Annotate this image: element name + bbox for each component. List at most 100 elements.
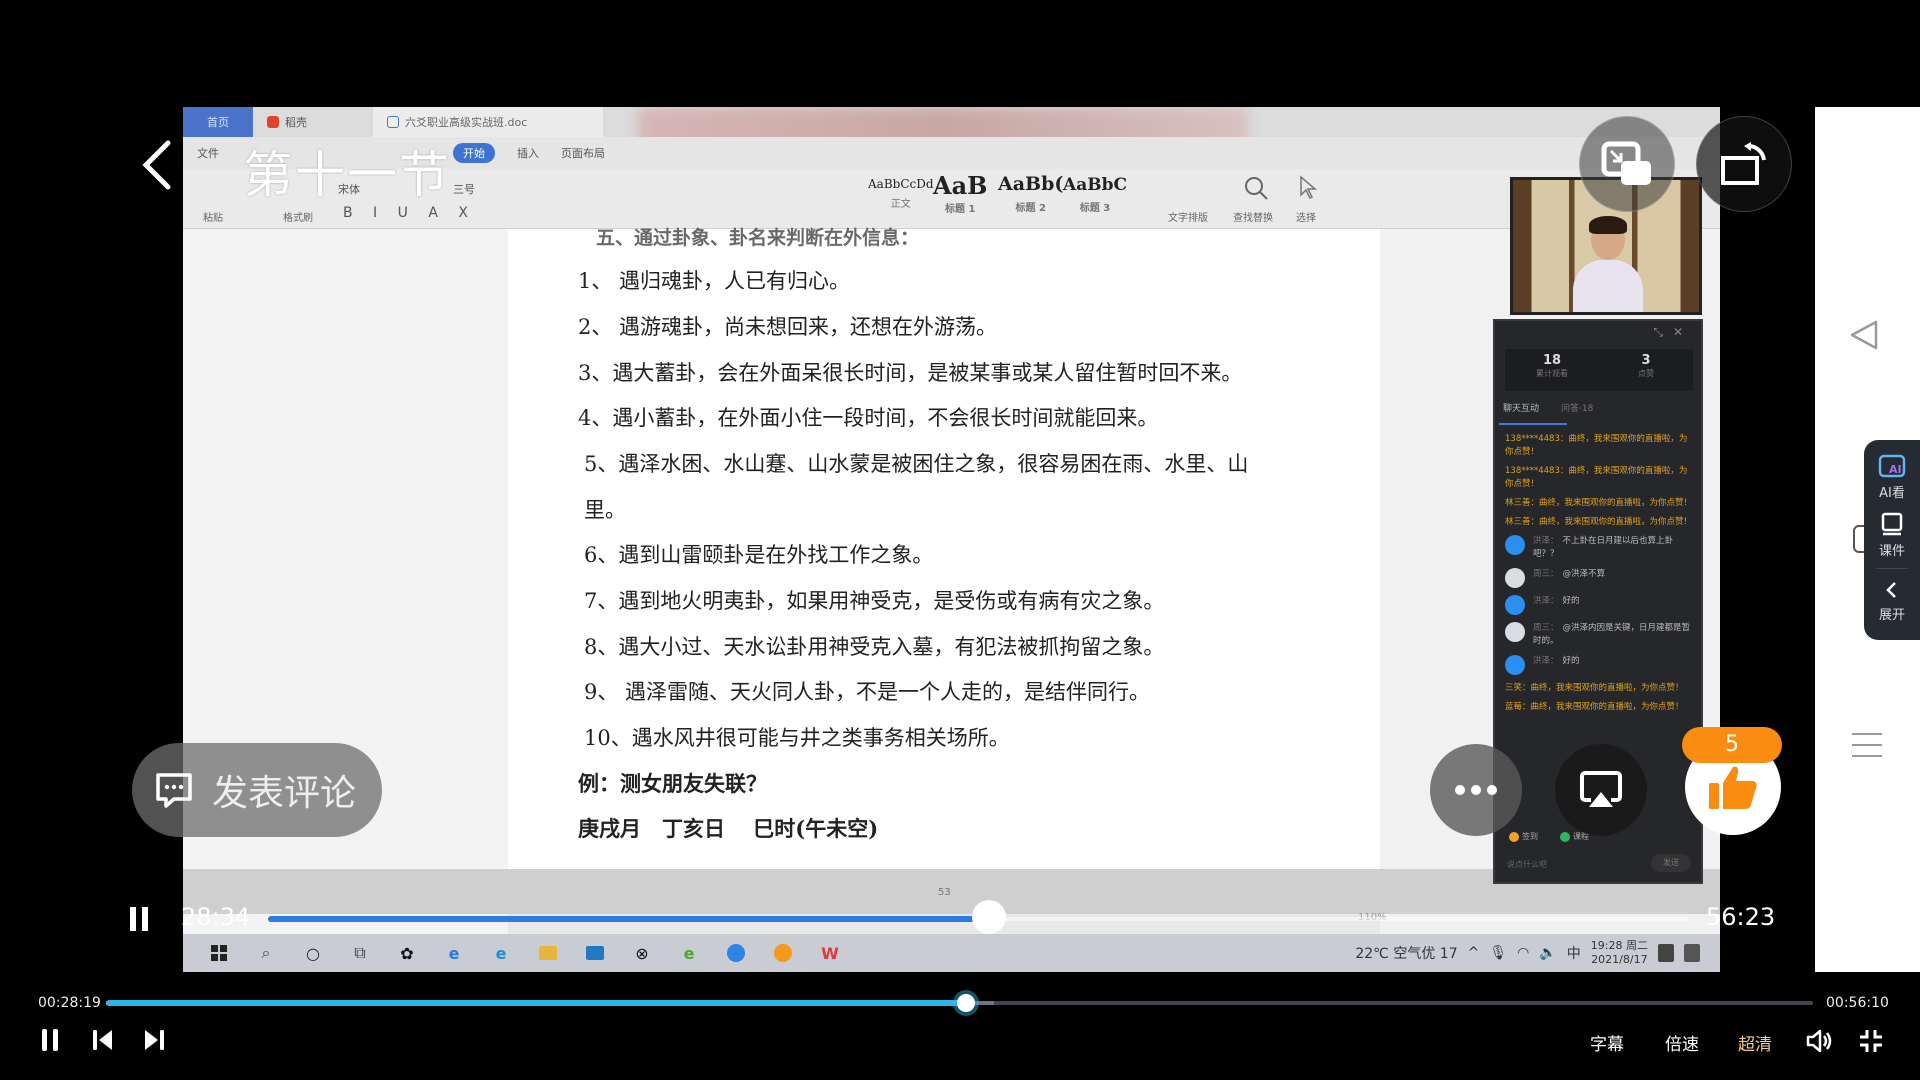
dock-label: AI看 <box>1879 486 1905 501</box>
wifi-icon: ◠ <box>1517 945 1530 961</box>
message-author: 洪泽： <box>1533 536 1559 546</box>
chat-system-message: 138****4483：曲终，我来围观你的直播啦，为你点赞！ <box>1505 466 1688 489</box>
like-count-badge: 5 <box>1682 727 1782 763</box>
rotate-icon <box>1721 142 1766 185</box>
post-comment-label: 发表评论 <box>212 773 357 814</box>
doc-line: 1、 遇归魂卦，人已有归心。 <box>578 269 851 293</box>
volume-icon: 🔈 <box>1539 945 1557 961</box>
message-text: @洪泽不算 <box>1562 569 1606 579</box>
subtitle-button[interactable]: 字幕 <box>1590 1030 1624 1055</box>
menu-insert: 插入 <box>517 147 539 160</box>
volume-icon[interactable] <box>1806 1029 1832 1053</box>
wps-tab-document: 六爻职业高级实战班.doc <box>373 107 603 137</box>
style-sample: AaBb( <box>998 173 1064 195</box>
chevron-left-icon <box>1886 582 1896 598</box>
chat-user-message: 周三： @洪泽不算 <box>1505 568 1693 588</box>
checkin-tag: 签到 <box>1509 831 1538 842</box>
message-text: 好的 <box>1562 596 1580 606</box>
current-time: 00:28:19 <box>38 995 101 1011</box>
chat-system-message: 林三善：曲终，我来围观你的直播啦，为你点赞！ <box>1505 517 1693 527</box>
menu-lines-icon[interactable] <box>1852 730 1882 760</box>
inner-pause-icon[interactable] <box>128 907 150 931</box>
clock: 19:28 周二 2021/8/17 <box>1591 939 1648 967</box>
doc-line: 8、遇大小过、天水讼卦用神受克入墓，有犯法被抓拘留之象。 <box>584 635 1165 659</box>
progress-thumb[interactable] <box>957 994 976 1012</box>
chat-system-message: 林三善：曲终，我来围观你的直播啦，为你点赞！ <box>1505 498 1693 508</box>
rotate-button[interactable] <box>1696 116 1792 212</box>
progress-fill <box>106 1000 967 1006</box>
docer-icon <box>267 116 279 128</box>
doc-line: 9、 遇泽雷随、天火同人卦，不是一个人走的，是结伴同行。 <box>584 680 1151 704</box>
dock-courseware[interactable]: 课件 <box>1864 512 1920 559</box>
doc-line: 7、遇到地火明夷卦，如果用神受克，是受伤或有病有灾之象。 <box>584 589 1165 613</box>
video-frame[interactable]: 首页 稻壳 六爻职业高级实战班.doc 文件 开始 插入 页面布局 粘贴 格式刷… <box>183 107 1720 972</box>
stat-label: 点赞 <box>1638 369 1654 378</box>
inner-progress-fill <box>268 916 988 922</box>
doc-line: 2、 遇游魂卦，尚未想回来，还想在外游荡。 <box>578 315 998 339</box>
cursor-arrow-icon <box>1300 175 1318 200</box>
document-page: 五、通过卦象、卦名来判断在外信息： 1、 遇归魂卦，人已有归心。 2、 遇游魂卦… <box>508 227 1380 869</box>
quality-button[interactable]: 超清 <box>1738 1030 1772 1055</box>
task-view-icon: ⧉ <box>354 943 366 962</box>
chat-user-message: 洪泽： 好的 <box>1505 595 1693 615</box>
speed-button[interactable]: 倍速 <box>1665 1030 1699 1055</box>
style-label: 正文 <box>890 199 911 210</box>
stat-value: 18 <box>1542 353 1562 368</box>
ai-watch-icon: AI <box>1878 454 1906 478</box>
pause-icon[interactable] <box>40 1028 60 1052</box>
chat-messages: 138****4483：曲终，我来围观你的直播啦，为你点赞！ 138****448… <box>1505 433 1693 720</box>
doc-heading: 五、通过卦象、卦名来判断在外信息： <box>596 227 920 249</box>
inner-progress-thumb[interactable] <box>972 900 1006 934</box>
stat-viewers: 18 累计观看 <box>1505 349 1599 391</box>
action-center-icon <box>1684 944 1700 962</box>
dock-expand[interactable]: 展开 <box>1864 580 1920 623</box>
menu-start: 开始 <box>453 143 495 163</box>
style-label: 标题 2 <box>1015 203 1046 214</box>
nav-back-triangle-icon[interactable] <box>1848 318 1882 352</box>
message-author: 洪泽： <box>1533 656 1559 666</box>
avatar <box>1505 595 1525 615</box>
post-comment-button[interactable]: 发表评论 <box>132 743 382 837</box>
dock-label: 课件 <box>1878 544 1905 559</box>
style-sample: AaBbCcDd <box>868 177 934 191</box>
pip-button[interactable] <box>1579 116 1675 212</box>
file-explorer-icon <box>537 942 559 964</box>
style-heading-1: AaB 标题 1 <box>933 171 987 215</box>
inner-progress-track[interactable] <box>988 917 1688 921</box>
chat-bottom-tags: 签到 课程 <box>1509 831 1589 842</box>
cast-button[interactable] <box>1555 744 1647 836</box>
tab-qa: 问答·18 <box>1561 404 1594 414</box>
text-layout-label: 文字排版 <box>1168 213 1208 224</box>
chat-tabs: 聊天互动 问答·18 <box>1503 401 1593 414</box>
docer-label: 稻壳 <box>285 116 307 129</box>
doc-line: 里。 <box>584 498 626 522</box>
video-title: 第十一节 <box>243 146 451 204</box>
menu-layout: 页面布局 <box>561 147 605 160</box>
previous-icon[interactable] <box>92 1028 114 1052</box>
select-label: 选择 <box>1296 213 1316 224</box>
style-heading-3: AaBbC 标题 3 <box>1063 175 1127 214</box>
edge-icon: e <box>495 943 507 963</box>
style-sample: AaBbC <box>1063 175 1127 195</box>
more-button[interactable] <box>1430 744 1522 836</box>
back-icon[interactable] <box>138 135 178 195</box>
wps-tab-docer: 稻壳 <box>253 107 373 137</box>
microphone-icon: 🎙 <box>1489 945 1508 961</box>
chat-user-message: 洪泽： 不上卦在日月建以后也算上卦吧？？ <box>1505 535 1693 561</box>
search-icon: ⌕ <box>261 943 271 962</box>
menu-file: 文件 <box>197 147 219 160</box>
doc-line: 4、遇小蓄卦，在外面小住一段时间，不会很长时间就能回来。 <box>578 406 1159 430</box>
stat-label: 累计观看 <box>1536 369 1568 378</box>
message-body: 周三： @洪泽不算 <box>1533 568 1605 581</box>
dock-ai-watch[interactable]: AI AI看 <box>1864 454 1920 501</box>
avatar <box>1505 655 1525 675</box>
side-dock: AI AI看 课件 展开 <box>1864 440 1920 640</box>
paste-label: 粘贴 <box>203 213 223 224</box>
next-icon[interactable] <box>143 1028 165 1052</box>
exit-fullscreen-icon[interactable] <box>1859 1029 1883 1053</box>
doc-ganzhi: 庚戌月 丁亥日 巳时(午未空) <box>578 816 879 841</box>
format-painter-label: 格式刷 <box>283 213 313 224</box>
clock-date: 2021/8/17 <box>1591 953 1648 966</box>
browser-icon: e <box>683 943 695 963</box>
chat-user-message: 周三： @洪泽内因是关键，日月建都是暂时的。 <box>1505 622 1693 648</box>
